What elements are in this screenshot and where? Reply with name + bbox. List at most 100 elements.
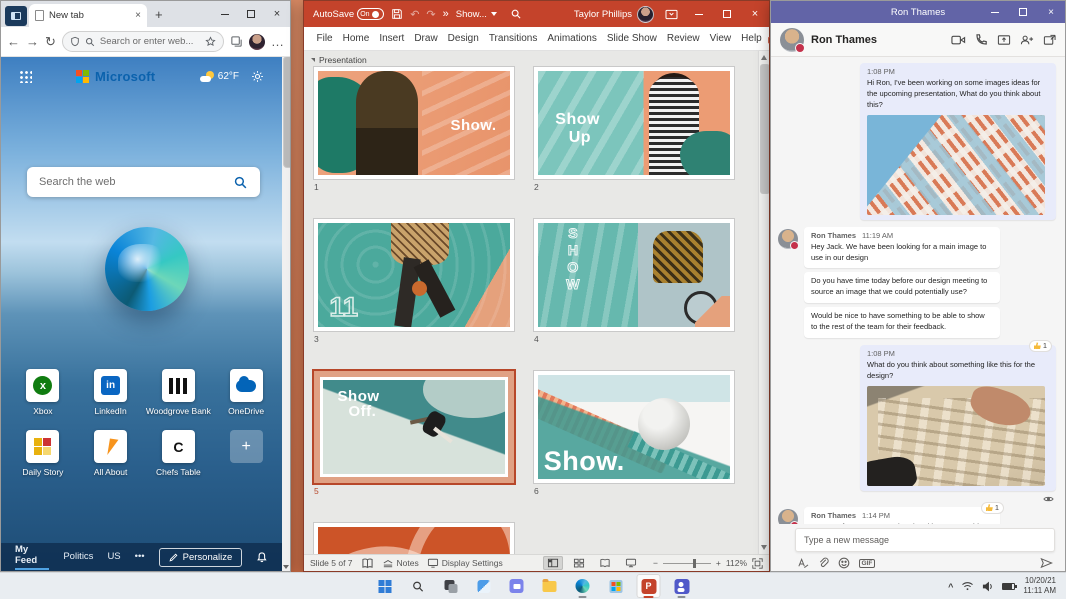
feed-tab-my-feed[interactable]: My Feed <box>15 544 49 570</box>
new-message-input[interactable] <box>804 535 1046 545</box>
signed-in-user[interactable]: Taylor Phillips <box>574 6 654 23</box>
screen-share-icon[interactable] <box>997 34 1011 46</box>
sender-avatar[interactable] <box>778 509 798 524</box>
autosave-toggle[interactable]: AutoSave On <box>313 8 384 20</box>
maximize-button[interactable] <box>1009 1 1037 23</box>
scroll-down-arrow[interactable] <box>283 565 289 569</box>
settings-more-icon[interactable]: … <box>271 35 284 48</box>
tile-onedrive[interactable]: OneDrive <box>212 369 280 416</box>
gif-picker-icon[interactable]: GIF <box>859 559 875 568</box>
tab-actions-menu-button[interactable] <box>5 6 27 26</box>
web-search-box[interactable] <box>27 167 260 197</box>
tile-xbox[interactable]: xXbox <box>9 369 77 416</box>
slide-thumbnail-1[interactable]: Show. 1 <box>314 67 514 192</box>
personalize-button[interactable]: Personalize <box>159 548 243 567</box>
zoom-slider-handle[interactable] <box>693 559 696 568</box>
quick-access-overflow-icon[interactable]: » <box>443 8 449 20</box>
slide-show-button[interactable] <box>621 556 641 570</box>
slide-thumbnail-7[interactable] <box>314 523 514 554</box>
tab-review[interactable]: Review <box>662 30 704 47</box>
tab-insert[interactable]: Insert <box>375 30 409 47</box>
task-view-button[interactable] <box>439 574 463 598</box>
display-settings-button[interactable]: Display Settings <box>427 558 503 568</box>
scrollbar-thumb[interactable] <box>284 57 291 167</box>
notifications-bell-icon[interactable] <box>256 551 268 564</box>
edge-scrollbar[interactable] <box>282 57 290 571</box>
fit-slide-to-window-icon[interactable] <box>752 558 763 569</box>
powerpoint-taskbar-button[interactable]: P <box>637 574 661 598</box>
feed-more-icon[interactable]: ••• <box>135 551 145 564</box>
edge-taskbar-button[interactable] <box>571 574 595 598</box>
new-tab-button[interactable]: + <box>155 7 163 22</box>
volume-icon[interactable] <box>982 581 994 592</box>
tile-woodgrove-bank[interactable]: Woodgrove Bank <box>145 369 213 416</box>
battery-icon[interactable] <box>1002 583 1015 590</box>
attach-paperclip-icon[interactable] <box>818 557 829 569</box>
search-icon[interactable] <box>510 8 522 20</box>
scroll-up-arrow[interactable] <box>761 55 767 60</box>
slide-sorter-view-button[interactable] <box>569 556 589 570</box>
zoom-slider[interactable] <box>663 563 711 564</box>
thumbs-up-reaction-badge[interactable]: 1 <box>1029 340 1052 352</box>
address-bar[interactable] <box>62 31 224 52</box>
feed-tab-politics[interactable]: Politics <box>63 551 93 564</box>
contact-avatar-busy[interactable] <box>780 28 804 52</box>
attached-image-architecture-model[interactable] <box>867 386 1045 486</box>
minimize-button[interactable] <box>212 1 238 27</box>
tile-all-about[interactable]: All About <box>77 430 145 477</box>
attached-image-building-facade[interactable] <box>867 115 1045 215</box>
powerpoint-scrollbar[interactable] <box>758 51 769 554</box>
browser-tab-new-tab[interactable]: New tab × <box>29 4 147 27</box>
search-icon[interactable] <box>233 175 248 190</box>
save-icon[interactable] <box>391 8 403 20</box>
slide-thumbnail-6[interactable]: Show. 6 <box>534 371 734 496</box>
document-title-dropdown[interactable]: Show... <box>456 9 497 20</box>
close-tab-icon[interactable]: × <box>135 10 141 21</box>
app-launcher-icon[interactable] <box>19 70 32 83</box>
microsoft-store-button[interactable] <box>604 574 628 598</box>
section-header[interactable]: Presentation <box>311 55 367 65</box>
close-button[interactable]: × <box>741 1 769 27</box>
pop-out-chat-icon[interactable] <box>1043 34 1056 46</box>
maximize-button[interactable] <box>238 1 264 27</box>
back-icon[interactable]: ← <box>7 35 20 48</box>
tab-design[interactable]: Design <box>443 30 483 47</box>
file-explorer-button[interactable] <box>538 574 562 598</box>
browser-profile-avatar[interactable] <box>249 34 265 50</box>
normal-view-button[interactable] <box>543 556 563 570</box>
zoom-out-icon[interactable]: − <box>653 558 658 568</box>
forward-icon[interactable]: → <box>26 35 39 48</box>
close-button[interactable]: × <box>264 1 290 27</box>
slide-thumbnail-2[interactable]: ShowUp 2 <box>534 67 734 192</box>
minimize-button[interactable] <box>685 1 713 27</box>
microsoft-logo[interactable]: Microsoft <box>76 69 155 84</box>
add-people-icon[interactable] <box>1020 34 1034 46</box>
undo-icon[interactable]: ↶ <box>410 8 419 21</box>
tile-linkedin[interactable]: inLinkedIn <box>77 369 145 416</box>
zoom-in-icon[interactable]: + <box>716 558 721 568</box>
hidden-icons-chevron[interactable]: ^ <box>948 582 953 592</box>
thumbs-up-reaction-badge[interactable]: 1 <box>981 502 1004 514</box>
web-search-input[interactable] <box>39 176 233 188</box>
zoom-level[interactable]: 112% <box>726 558 747 568</box>
tab-help[interactable]: Help <box>737 30 767 47</box>
add-tile-button[interactable]: + <box>212 430 280 477</box>
scroll-down-arrow[interactable] <box>761 545 767 550</box>
page-settings-gear-icon[interactable] <box>251 70 264 83</box>
audio-call-icon[interactable] <box>975 33 988 46</box>
ribbon-display-options-icon[interactable] <box>665 9 678 20</box>
slide-thumbnail-4[interactable]: SHOW 4 <box>534 219 734 344</box>
wifi-icon[interactable] <box>961 581 974 591</box>
maximize-button[interactable] <box>713 1 741 27</box>
accessibility-book-icon[interactable] <box>361 558 374 569</box>
format-icon[interactable] <box>797 558 809 569</box>
address-input[interactable] <box>100 36 200 47</box>
tab-slide-show[interactable]: Slide Show <box>602 30 661 47</box>
tab-animations[interactable]: Animations <box>543 30 601 47</box>
refresh-icon[interactable]: ↻ <box>45 35 56 48</box>
tile-daily-story[interactable]: Daily Story <box>9 430 77 477</box>
taskbar-clock[interactable]: 10/20/21 11:11 AM <box>1023 576 1056 596</box>
scrollbar-thumb[interactable] <box>761 65 769 193</box>
send-message-icon[interactable] <box>1040 557 1053 569</box>
weather-widget[interactable]: 62°F <box>200 71 239 82</box>
